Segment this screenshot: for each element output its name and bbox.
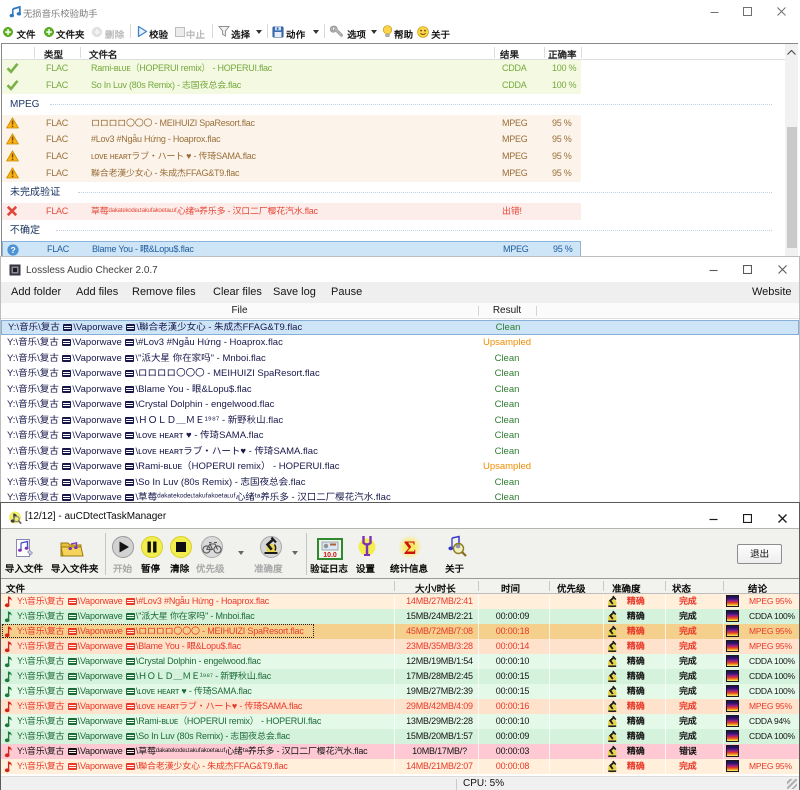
svg-text:10.0: 10.0 — [323, 552, 337, 559]
svg-text:Σ: Σ — [404, 538, 416, 559]
svg-text:?: ? — [11, 245, 16, 255]
